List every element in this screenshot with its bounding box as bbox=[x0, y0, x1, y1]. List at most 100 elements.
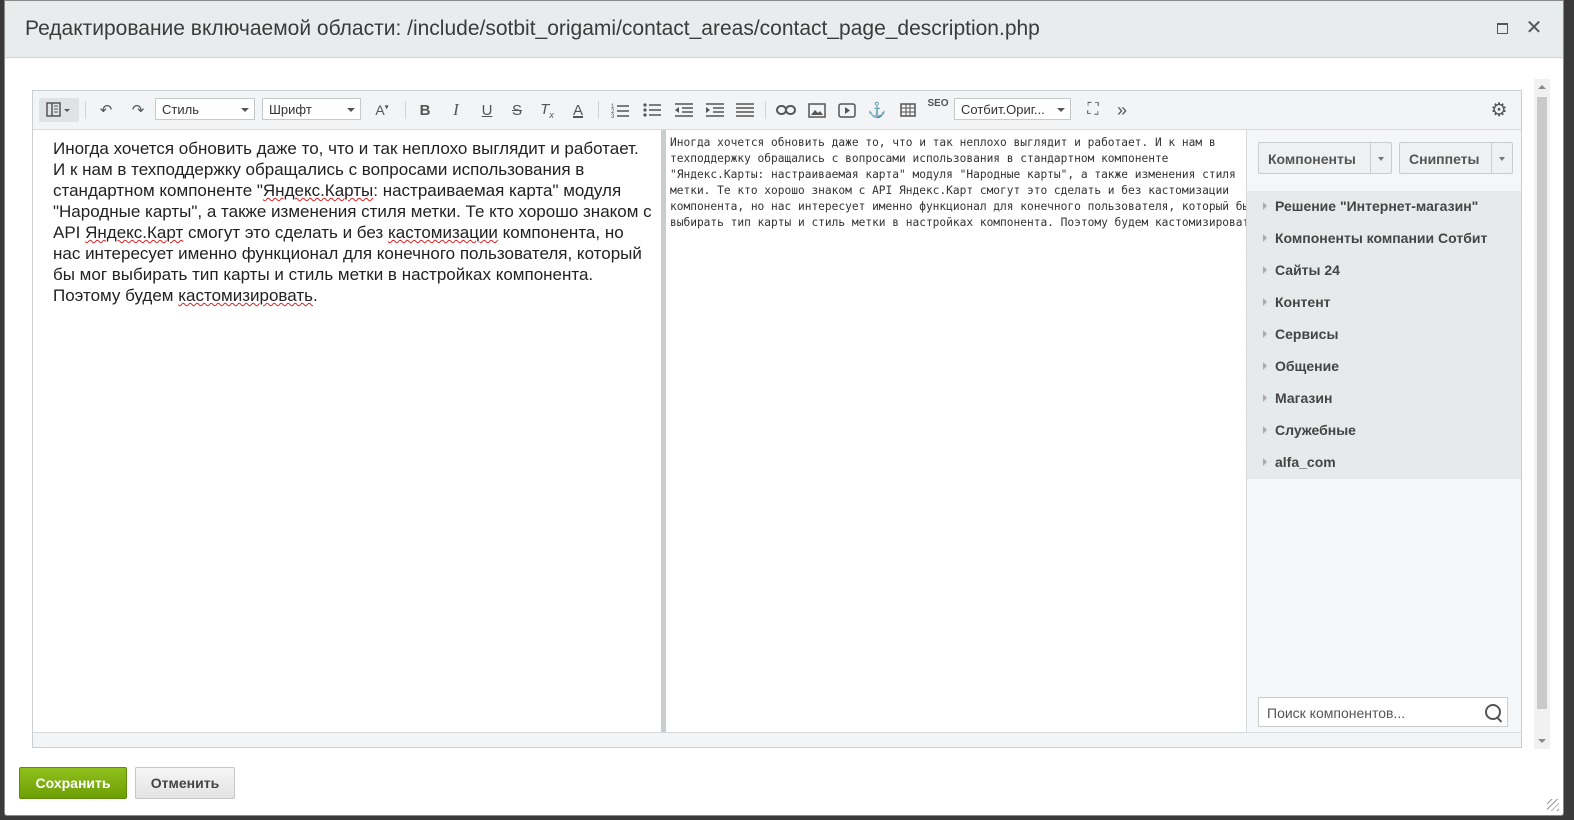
template-select-value: Сотбит.Ориг... bbox=[961, 102, 1045, 117]
toolbar-separator bbox=[765, 101, 766, 119]
snippets-button[interactable]: Сниппеты bbox=[1399, 142, 1513, 174]
redo-button[interactable]: ↷ bbox=[125, 98, 151, 122]
scroll-up-icon[interactable] bbox=[1538, 85, 1546, 89]
underline-icon: U bbox=[481, 101, 493, 119]
unordered-list-icon bbox=[643, 103, 661, 117]
close-icon: ✕ bbox=[1525, 17, 1543, 39]
caret-right-icon bbox=[1263, 362, 1267, 370]
insert-anchor-button[interactable]: ⚓ bbox=[864, 98, 890, 122]
component-group[interactable]: Сайты 24 bbox=[1247, 255, 1521, 287]
caret-right-icon bbox=[1263, 298, 1267, 306]
resize-grip-icon[interactable] bbox=[1547, 799, 1559, 811]
text-color-button[interactable]: A bbox=[566, 98, 590, 122]
caret-right-icon bbox=[1263, 394, 1267, 402]
save-button[interactable]: Сохранить bbox=[19, 767, 127, 799]
code-line: выбирать тип карты и стиль метки в настр… bbox=[670, 216, 1247, 229]
component-groups: Решение "Интернет-магазин" Компоненты ко… bbox=[1247, 191, 1521, 479]
source-code-content[interactable]: Иногда хочется обновить даже то, что и т… bbox=[670, 135, 1247, 231]
fullscreen-button[interactable]: ⛶ bbox=[1080, 98, 1106, 122]
undo-button[interactable]: ↶ bbox=[93, 98, 119, 122]
text-run: . bbox=[312, 286, 318, 305]
search-icon[interactable] bbox=[1485, 704, 1501, 720]
indent-icon bbox=[706, 103, 724, 117]
redo-icon: ↷ bbox=[131, 102, 145, 119]
component-search-input[interactable] bbox=[1265, 699, 1479, 727]
close-button[interactable]: ✕ bbox=[1525, 17, 1543, 39]
insert-image-button[interactable] bbox=[804, 98, 830, 122]
align-justify-icon bbox=[736, 103, 754, 117]
include-area-edit-dialog: Редактирование включаемой области: /incl… bbox=[4, 0, 1564, 816]
chevron-down-icon[interactable] bbox=[1491, 143, 1512, 173]
content-scrollbar[interactable] bbox=[1534, 79, 1550, 749]
remove-format-button[interactable]: Tx bbox=[535, 98, 559, 122]
align-button[interactable] bbox=[732, 98, 758, 122]
component-group-label: alfa_com bbox=[1275, 454, 1336, 470]
style-select[interactable]: Стиль bbox=[155, 98, 255, 120]
seo-button[interactable]: SEO bbox=[925, 98, 951, 122]
component-group[interactable]: Компоненты компании Сотбит bbox=[1247, 223, 1521, 255]
cancel-button[interactable]: Отменить bbox=[135, 767, 235, 799]
chevron-down-icon[interactable] bbox=[1370, 143, 1391, 173]
maximize-button[interactable] bbox=[1493, 19, 1511, 37]
insert-video-button[interactable] bbox=[834, 98, 860, 122]
component-group-label: Компоненты компании Сотбит bbox=[1275, 230, 1488, 246]
strikethrough-button[interactable]: S bbox=[505, 98, 529, 122]
html-editor: ↶ ↷ Стиль Шрифт A▾ B I U S Tx A 123 ⚓ SE… bbox=[32, 90, 1522, 748]
settings-button[interactable]: ⚙ bbox=[1486, 98, 1512, 122]
font-select[interactable]: Шрифт bbox=[262, 98, 361, 120]
font-select-value: Шрифт bbox=[269, 102, 312, 117]
code-line: компонента, но нас интересует именно фун… bbox=[670, 200, 1247, 213]
insert-table-button[interactable] bbox=[895, 98, 921, 122]
font-size-button[interactable]: A▾ bbox=[367, 98, 397, 122]
component-group[interactable]: Служебные bbox=[1247, 415, 1521, 447]
component-group-label: Решение "Интернет-магазин" bbox=[1275, 198, 1479, 214]
component-group[interactable]: Сервисы bbox=[1247, 319, 1521, 351]
view-mode-button[interactable] bbox=[39, 98, 79, 122]
outdent-button[interactable] bbox=[671, 98, 697, 122]
italic-button[interactable]: I bbox=[444, 98, 468, 122]
bold-button[interactable]: B bbox=[413, 98, 437, 122]
wysiwyg-content[interactable]: Иногда хочется обновить даже то, что и т… bbox=[53, 138, 655, 306]
spellcheck-word: Яндекс.Карт bbox=[85, 223, 184, 242]
text-color-icon: A bbox=[572, 101, 583, 119]
strikethrough-icon: S bbox=[511, 101, 522, 119]
caret-right-icon bbox=[1263, 202, 1267, 210]
split-view-icon bbox=[46, 102, 70, 117]
insert-link-button[interactable] bbox=[773, 98, 799, 122]
editor-status-strip bbox=[33, 732, 1521, 747]
components-button[interactable]: Компоненты bbox=[1258, 142, 1392, 174]
table-icon bbox=[900, 103, 916, 117]
spellcheck-word: Яндекс.Карты bbox=[262, 181, 374, 200]
code-line: техподдержку обращались с вопросами испо… bbox=[670, 152, 1169, 165]
indent-button[interactable] bbox=[702, 98, 728, 122]
ordered-list-button[interactable]: 123 bbox=[607, 98, 633, 122]
wysiwyg-pane[interactable]: Иногда хочется обновить даже то, что и т… bbox=[33, 130, 666, 734]
editor-toolbar: ↶ ↷ Стиль Шрифт A▾ B I U S Tx A 123 ⚓ SE… bbox=[33, 91, 1521, 130]
source-code-pane[interactable]: Иногда хочется обновить даже то, что и т… bbox=[666, 130, 1247, 734]
component-group[interactable]: Решение "Интернет-магазин" bbox=[1247, 191, 1521, 223]
unordered-list-button[interactable] bbox=[639, 98, 665, 122]
component-group-label: Сайты 24 bbox=[1275, 262, 1340, 278]
style-select-value: Стиль bbox=[162, 102, 199, 117]
more-tools-button[interactable]: » bbox=[1110, 98, 1134, 122]
scroll-down-icon[interactable] bbox=[1538, 739, 1546, 743]
maximize-icon bbox=[1496, 22, 1508, 34]
template-select[interactable]: Сотбит.Ориг... bbox=[954, 98, 1071, 120]
component-group[interactable]: alfa_com bbox=[1247, 447, 1521, 479]
gear-icon: ⚙ bbox=[1490, 99, 1508, 121]
remove-format-icon: Tx bbox=[540, 100, 554, 120]
caret-right-icon bbox=[1263, 330, 1267, 338]
scrollbar-thumb[interactable] bbox=[1537, 97, 1547, 709]
component-group[interactable]: Магазин bbox=[1247, 383, 1521, 415]
component-group[interactable]: Контент bbox=[1247, 287, 1521, 319]
toolbar-separator bbox=[405, 101, 406, 119]
video-icon bbox=[838, 102, 856, 118]
component-group[interactable]: Общение bbox=[1247, 351, 1521, 383]
component-group-label: Служебные bbox=[1275, 422, 1356, 438]
underline-button[interactable]: U bbox=[475, 98, 499, 122]
spellcheck-word: кастомизации bbox=[387, 223, 498, 242]
anchor-icon: ⚓ bbox=[867, 102, 887, 119]
italic-icon: I bbox=[453, 100, 459, 119]
text-run: смогут это сделать и без bbox=[183, 223, 388, 242]
dialog-titlebar[interactable]: Редактирование включаемой области: /incl… bbox=[5, 1, 1563, 58]
